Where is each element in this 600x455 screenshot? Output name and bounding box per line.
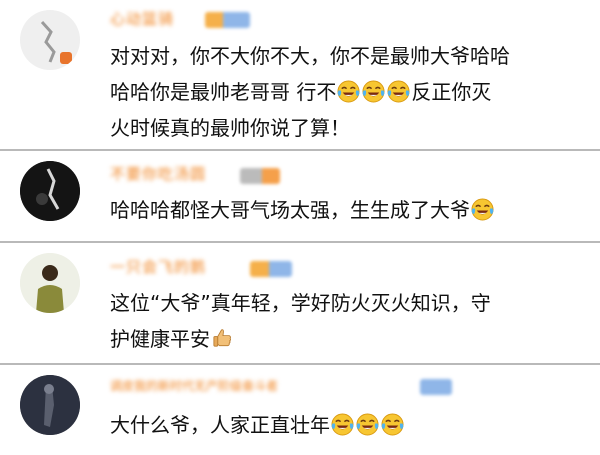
- comment-line-text: 哈哈你是最帅老哥哥 行不: [110, 80, 337, 104]
- comment-line-text: 哈哈哈都怪大哥气场太强，生生成了大爷: [110, 198, 470, 222]
- comment-line: 护健康平安: [110, 321, 491, 357]
- avatar-image-icon: [20, 253, 80, 313]
- avatar-image-icon: [20, 161, 80, 221]
- comment-item: 调皮我的新时代无产阶级奋斗者 大什么爷，人家正直壮年: [0, 365, 600, 455]
- user-badge: [250, 261, 292, 277]
- comment-text: 这位“大爷”真年轻，学好防火灭火知识，守 护健康平安: [110, 285, 491, 357]
- comment-text: 哈哈哈都怪大哥气场太强，生生成了大爷: [110, 192, 495, 228]
- username[interactable]: 心动篮骑: [110, 8, 174, 30]
- laugh-cry-emoji-icon: [362, 80, 385, 103]
- username[interactable]: 调皮我的新时代无产阶级奋斗者: [110, 375, 278, 397]
- comment-line-text: 大什么爷，人家正直壮年: [110, 413, 330, 437]
- avatar[interactable]: [20, 161, 80, 221]
- comment-line-text: 护健康平安: [110, 327, 210, 351]
- avatar[interactable]: [20, 375, 80, 435]
- user-badge: [420, 379, 452, 395]
- comment-line: 对对对，你不大你不大，你不是最帅大爷哈哈: [110, 44, 510, 68]
- comment-line-text: 反正你灭: [411, 80, 492, 104]
- laugh-cry-emoji-icon: [356, 413, 379, 436]
- username[interactable]: 一只会飞的鹅: [110, 256, 206, 278]
- avatar-image-icon: [20, 375, 80, 435]
- comment-item: 不要你吃汤圆 哈哈哈都怪大哥气场太强，生生成了大爷: [0, 151, 600, 241]
- avatar-image-icon: [20, 10, 80, 70]
- comment-text: 对对对，你不大你不大，你不是最帅大爷哈哈 哈哈你是最帅老哥哥 行不 反正你灭 火时…: [110, 38, 510, 146]
- comment-line: 这位“大爷”真年轻，学好防火灭火知识，守: [110, 291, 491, 315]
- laugh-cry-emoji-icon: [387, 80, 410, 103]
- comment-line: 火时候真的最帅你说了算！: [110, 116, 350, 140]
- user-badge: [240, 168, 280, 184]
- comment-text: 大什么爷，人家正直壮年: [110, 407, 405, 443]
- laugh-cry-emoji-icon: [331, 413, 354, 436]
- comment-line: 哈哈哈都怪大哥气场太强，生生成了大爷: [110, 192, 495, 228]
- comment-line: 哈哈你是最帅老哥哥 行不 反正你灭: [110, 74, 510, 110]
- laugh-cry-emoji-icon: [337, 80, 360, 103]
- avatar[interactable]: [20, 253, 80, 313]
- avatar[interactable]: [20, 10, 80, 70]
- laugh-cry-emoji-icon: [471, 198, 494, 221]
- comment-item: 心动篮骑 对对对，你不大你不大，你不是最帅大爷哈哈 哈哈你是最帅老哥哥 行不 反正…: [0, 0, 600, 172]
- laugh-cry-emoji-icon: [381, 413, 404, 436]
- comment-line: 大什么爷，人家正直壮年: [110, 407, 405, 443]
- comment-item: 一只会飞的鹅 这位“大爷”真年轻，学好防火灭火知识，守 护健康平安: [0, 243, 600, 363]
- user-badge: [205, 12, 250, 28]
- thumbs-up-emoji-icon: [211, 327, 234, 350]
- username[interactable]: 不要你吃汤圆: [110, 163, 206, 185]
